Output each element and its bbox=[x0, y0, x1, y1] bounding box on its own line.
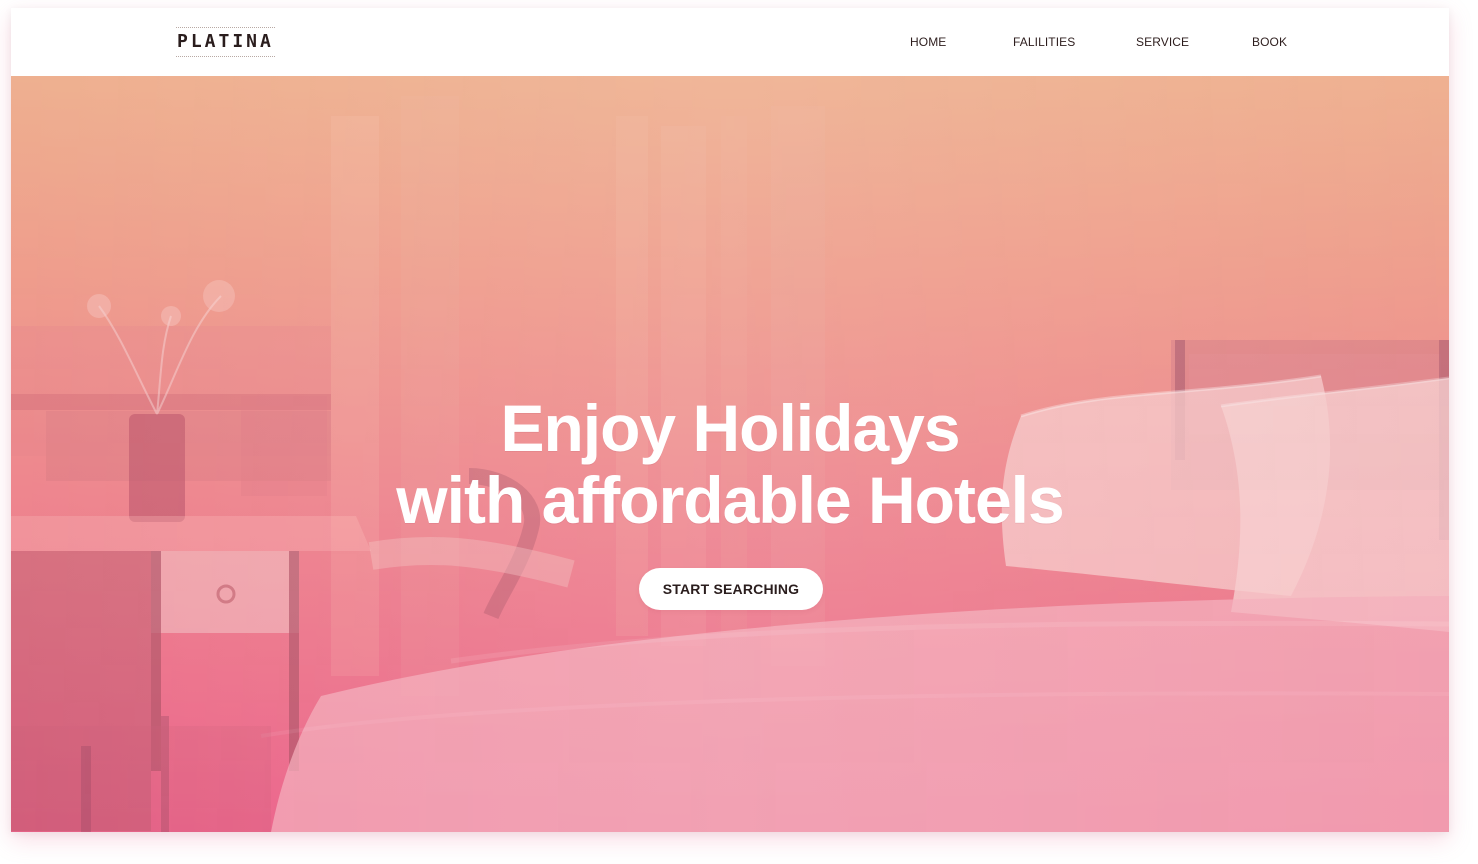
side-table bbox=[11, 516, 371, 831]
nav-service[interactable]: SERVICE bbox=[1136, 33, 1189, 51]
main-nav: HOME FALILITIES SERVICE BOOK bbox=[11, 33, 1449, 51]
hero-title-line-1: Enjoy Holidays bbox=[500, 391, 960, 466]
top-navigation-bar: PLATINA HOME FALILITIES SERVICE BOOK bbox=[11, 8, 1449, 76]
hero-title-line-2: with affordable Hotels bbox=[396, 463, 1064, 538]
start-searching-button[interactable]: START SEARCHING bbox=[639, 568, 823, 610]
nav-facilities[interactable]: FALILITIES bbox=[1013, 33, 1075, 51]
nav-book[interactable]: BOOK bbox=[1252, 33, 1287, 51]
hero-section: Enjoy Holidays with affordable Hotels ST… bbox=[11, 76, 1449, 832]
nav-home[interactable]: HOME bbox=[910, 33, 946, 51]
landing-page-frame: PLATINA HOME FALILITIES SERVICE BOOK Enj… bbox=[11, 8, 1449, 832]
floor-shadows bbox=[11, 716, 271, 832]
bed bbox=[260, 596, 1449, 832]
hero-title: Enjoy Holidays with affordable Hotels bbox=[11, 391, 1449, 538]
